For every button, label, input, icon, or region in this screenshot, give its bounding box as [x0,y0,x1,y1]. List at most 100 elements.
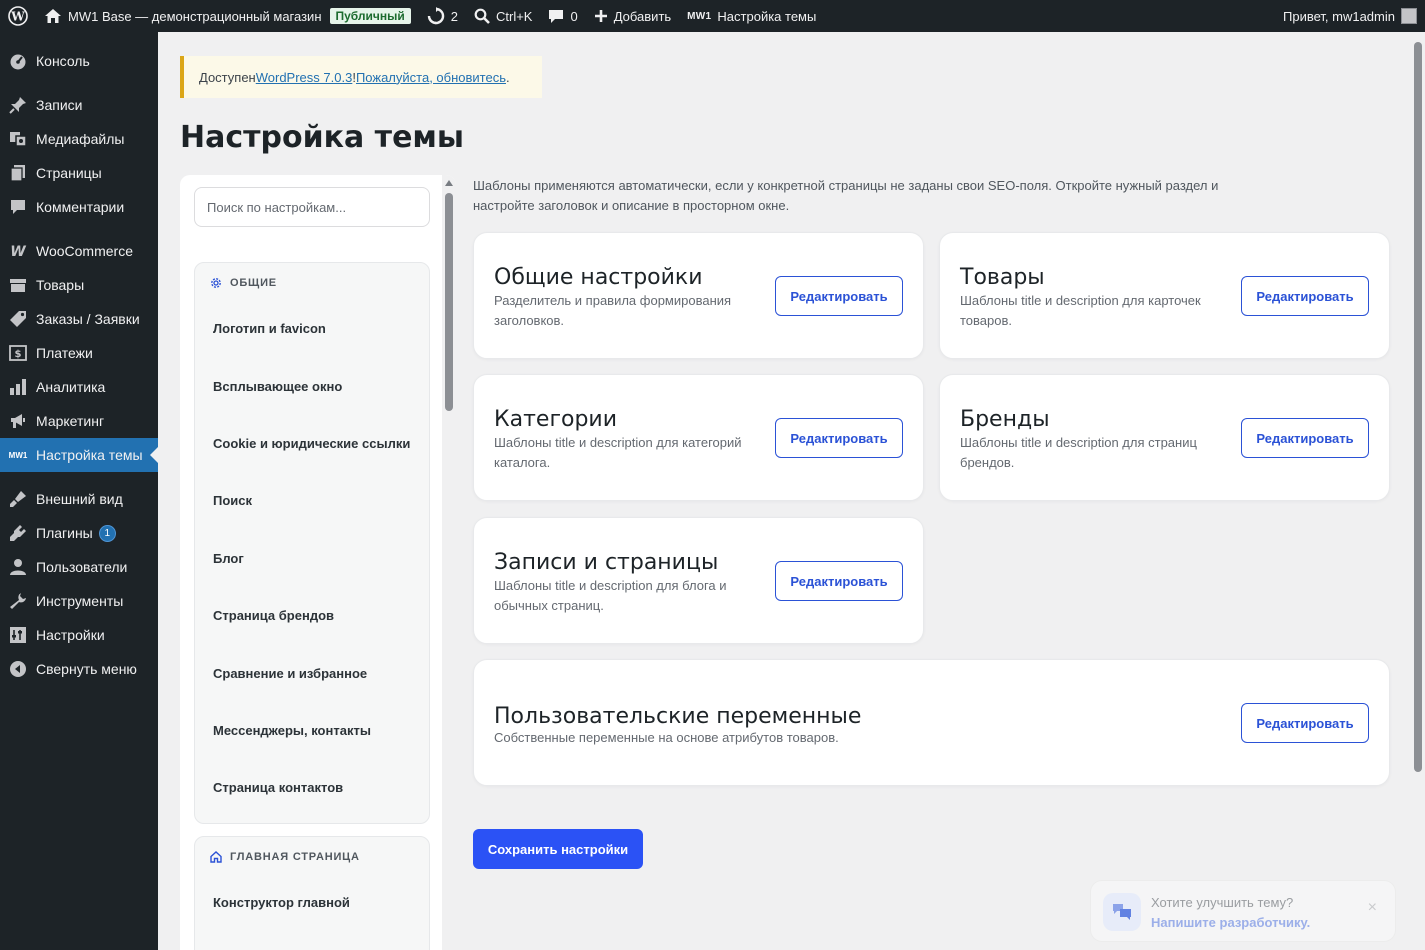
sidebar-item-plugins[interactable]: Плагины 1 [0,516,158,550]
my-account[interactable]: Привет, mw1admin [1283,8,1425,24]
edit-button[interactable]: Редактировать [1241,276,1369,316]
search-shortcut[interactable]: Ctrl+K [466,0,540,32]
analytics-icon [8,377,28,397]
save-settings-button[interactable]: Сохранить настройки [473,829,643,869]
edit-button[interactable]: Редактировать [775,561,903,601]
sidebar-item-label: Комментарии [36,199,125,215]
home-icon [209,850,223,864]
avatar [1401,8,1417,24]
sidebar-item-appearance[interactable]: Внешний вид [0,482,158,516]
admin-sidebar: Консоль Записи Медиафайлы Страницы Комме… [0,32,158,950]
page-title: Настройка темы [180,120,465,155]
sidebar-item-payments[interactable]: $ Платежи [0,336,158,370]
card-title: Записи и страницы [494,550,719,575]
nav-link-search[interactable]: Поиск [195,472,429,529]
nav-link-popup[interactable]: Всплывающее окно [195,357,429,414]
card-title: Пользовательские переменные [494,704,862,729]
svg-text:$: $ [15,349,22,360]
settings-search-input[interactable] [194,187,430,227]
home-icon [44,8,62,24]
tools-icon [8,591,28,611]
sidebar-item-settings[interactable]: Настройки [0,618,158,652]
theme-settings-link[interactable]: MW1 Настройка темы [679,0,824,32]
edit-button[interactable]: Редактировать [775,418,903,458]
sidebar-item-comments[interactable]: Комментарии [0,190,158,224]
pages-icon [8,163,28,183]
sidebar-item-pages[interactable]: Страницы [0,156,158,190]
greeting: Привет, mw1admin [1283,8,1395,24]
sidebar-item-analytics[interactable]: Аналитика [0,370,158,404]
update-now-link[interactable]: Пожалуйста, обновитесь [356,70,506,85]
plugins-icon [8,523,28,543]
site-name: MW1 Base — демонстрационный магазин [68,8,322,24]
theme-settings-label: Настройка темы [717,8,817,24]
admin-bar: W MW1 Base — демонстрационный магазин Пу… [0,0,1425,32]
sidebar-item-woocommerce[interactable]: W WooCommerce [0,234,158,268]
sidebar-item-label: Пользователи [36,559,128,575]
add-new-link[interactable]: Добавить [586,0,679,32]
wordpress-version-link[interactable]: WordPress 7.0.3 [256,70,353,85]
updates-link[interactable]: 2 [419,0,466,32]
nav-link-logo-favicon[interactable]: Логотип и favicon [195,300,429,357]
comments-icon [8,197,28,217]
settings-nav-panel: ОБЩИЕ Логотип и favicon Всплывающее окно… [180,175,456,950]
sidebar-item-users[interactable]: Пользователи [0,550,158,584]
sidebar-item-products[interactable]: Товары [0,268,158,302]
sidebar-item-label: Внешний вид [36,491,123,507]
nav-link-blog[interactable]: Блог [195,530,429,587]
users-icon [8,557,28,577]
sidebar-item-theme-settings[interactable]: MW1 Настройка темы [0,438,158,472]
site-name-link[interactable]: MW1 Base — демонстрационный магазин Публ… [36,0,419,32]
svg-text:W: W [10,244,26,258]
close-icon[interactable]: × [1368,899,1377,917]
sidebar-collapse-menu[interactable]: Свернуть меню [0,652,158,686]
sidebar-item-label: Инструменты [36,593,124,609]
wordpress-logo[interactable]: W [0,0,36,32]
products-icon [8,275,28,295]
nav-link-brands-page[interactable]: Страница брендов [195,587,429,644]
card-description: Собственные переменные на основе атрибут… [494,730,839,745]
nav-link-cookie-legal[interactable]: Cookie и юридические ссылки [195,415,429,472]
card-title: Товары [960,265,1045,290]
notice-suffix: . [505,69,510,85]
edit-button[interactable]: Редактировать [775,276,903,316]
card-description: Разделитель и правила формирования загол… [494,293,732,328]
card-categories: Категории Шаблоны title и description дл… [473,374,924,501]
edit-button[interactable]: Редактировать [1241,418,1369,458]
nav-link-compare-favorites[interactable]: Сравнение и избранное [195,644,429,701]
sidebar-item-dashboard[interactable]: Консоль [0,44,158,78]
update-notice: Доступен WordPress 7.0.3! Пожалуйста, об… [180,56,542,98]
appearance-icon [8,489,28,509]
search-shortcut-label: Ctrl+K [496,8,533,24]
sidebar-item-media[interactable]: Медиафайлы [0,122,158,156]
nav-link-home-builder[interactable]: Конструктор главной [195,874,429,931]
feedback-toast: Хотите улучшить тему? Напишите разработч… [1090,880,1396,942]
comments-link[interactable]: 0 [540,0,585,32]
orders-icon [8,309,28,329]
marketing-icon [8,411,28,431]
card-description: Шаблоны title и description для категори… [494,435,742,470]
media-icon [8,129,28,149]
edit-button[interactable]: Редактировать [1241,703,1369,743]
page-scrollbar[interactable] [1411,32,1425,950]
card-products: Товары Шаблоны title и description для к… [939,232,1390,359]
sidebar-item-marketing[interactable]: Маркетинг [0,404,158,438]
comment-icon [548,8,564,24]
updates-icon [427,7,445,25]
nav-link-contacts-page[interactable]: Страница контактов [195,759,429,816]
nav-scrollbar[interactable] [442,175,456,950]
mw1-icon: MW1 [8,445,28,465]
page-scroll-thumb[interactable] [1414,42,1422,772]
plus-icon [594,9,608,23]
nav-link-messengers-contacts[interactable]: Мессенджеры, контакты [195,702,429,759]
sidebar-item-tools[interactable]: Инструменты [0,584,158,618]
sidebar-item-posts[interactable]: Записи [0,88,158,122]
scroll-up-arrow-icon[interactable] [445,180,453,186]
sidebar-item-label: Медиафайлы [36,131,125,147]
sidebar-item-orders[interactable]: Заказы / Заявки [0,302,158,336]
nav-scroll-thumb[interactable] [445,193,453,411]
sidebar-item-label: Аналитика [36,379,106,395]
toast-contact-link[interactable]: Напишите разработчику. [1151,915,1310,930]
nav-group-title: ГЛАВНАЯ СТРАНИЦА [230,851,360,863]
nav-group-header: ОБЩИЕ [195,263,429,303]
